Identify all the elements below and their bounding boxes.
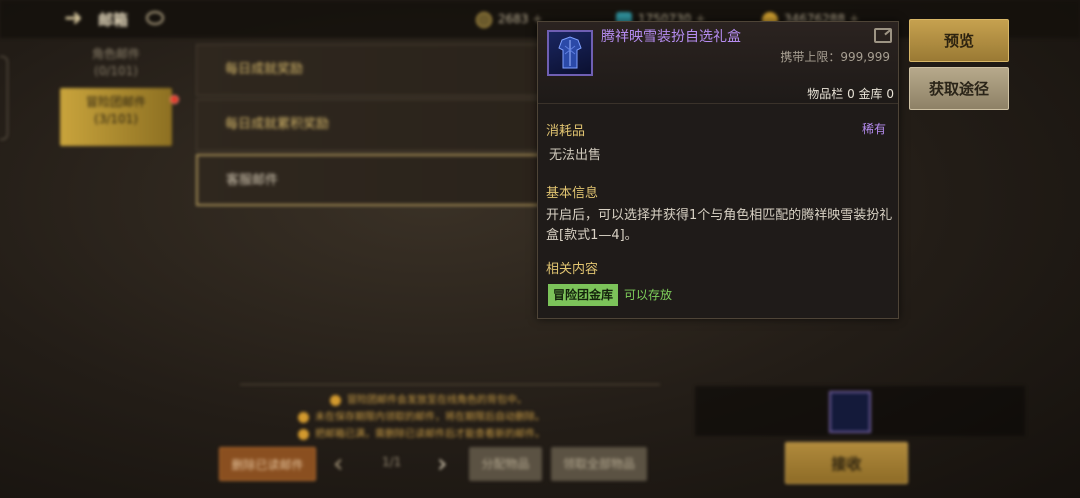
currency-gold: 2683 +	[476, 9, 543, 29]
page-title: 邮箱	[98, 11, 129, 29]
carry-limit: 携带上限：999,999	[780, 50, 890, 64]
receive-button[interactable]: 接收	[785, 442, 908, 484]
basic-info-title: 基本信息	[546, 186, 599, 201]
item-rarity: 稀有	[861, 122, 886, 136]
related-status: 可以存放	[624, 288, 673, 302]
related-tag: 冒险团金库	[548, 284, 619, 306]
claim-all-button[interactable]: 领取全部物品	[551, 447, 647, 481]
page-indicator: 1/1	[382, 455, 402, 469]
item-tooltip: 腾祥映雪装扮自选礼盒 携带上限：999,999 物品栏 0 金库 0 消耗品 稀…	[537, 21, 899, 319]
divider	[240, 384, 660, 385]
info-icon	[298, 411, 309, 423]
delete-read-button[interactable]: 删除已读邮件	[219, 447, 316, 481]
info-icon	[298, 428, 309, 440]
notification-dot	[170, 95, 179, 104]
obtain-source-button[interactable]: 获取途径	[909, 67, 1009, 110]
storage-counts: 物品栏 0 金库 0	[807, 87, 894, 101]
costume-box-icon	[547, 30, 593, 76]
mail-item-daily-cumulative[interactable]: 每日成就累积奖励	[196, 99, 596, 151]
preview-button[interactable]: 预览	[909, 19, 1009, 62]
next-page-icon[interactable]: ›	[437, 450, 453, 478]
eye-icon[interactable]	[146, 11, 164, 25]
notice-line: 冒险团邮件会发放至在线角色的背包中。	[330, 391, 527, 406]
notice-line: 把邮箱已满，需删除已读邮件后才能查看新的邮件。	[298, 425, 545, 440]
item-category: 消耗品	[546, 124, 586, 139]
back-arrow-icon[interactable]: ➜	[64, 6, 90, 32]
sell-status: 无法出售	[549, 148, 602, 163]
prev-page-icon[interactable]: ‹	[333, 450, 349, 478]
tooltip-header: 腾祥映雪装扮自选礼盒 携带上限：999,999 物品栏 0 金库 0	[538, 22, 898, 104]
basic-info-text: 开启后，可以选择并获得1个与角色相匹配的腾祥映雪装扮礼盒[款式1—4]。	[546, 208, 893, 243]
item-name: 腾祥映雪装扮自选礼盒	[601, 29, 741, 45]
reward-item-icon[interactable]	[829, 391, 871, 433]
mail-item-support[interactable]: 客服邮件	[196, 154, 596, 206]
distribute-items-button[interactable]: 分配物品	[469, 447, 542, 481]
gold-coin-icon	[476, 11, 492, 28]
notice-line: 未在保存期限内领取的邮件，将在期限后自动删除。	[298, 408, 545, 423]
share-icon[interactable]	[874, 28, 892, 43]
related-title: 相关内容	[546, 262, 599, 277]
tab-adventure-mail[interactable]: 冒险团邮件 (3/101)	[60, 88, 172, 146]
info-icon	[330, 394, 341, 406]
side-handle[interactable]	[0, 56, 8, 140]
mail-item-daily[interactable]: 每日成就奖励	[196, 44, 596, 96]
